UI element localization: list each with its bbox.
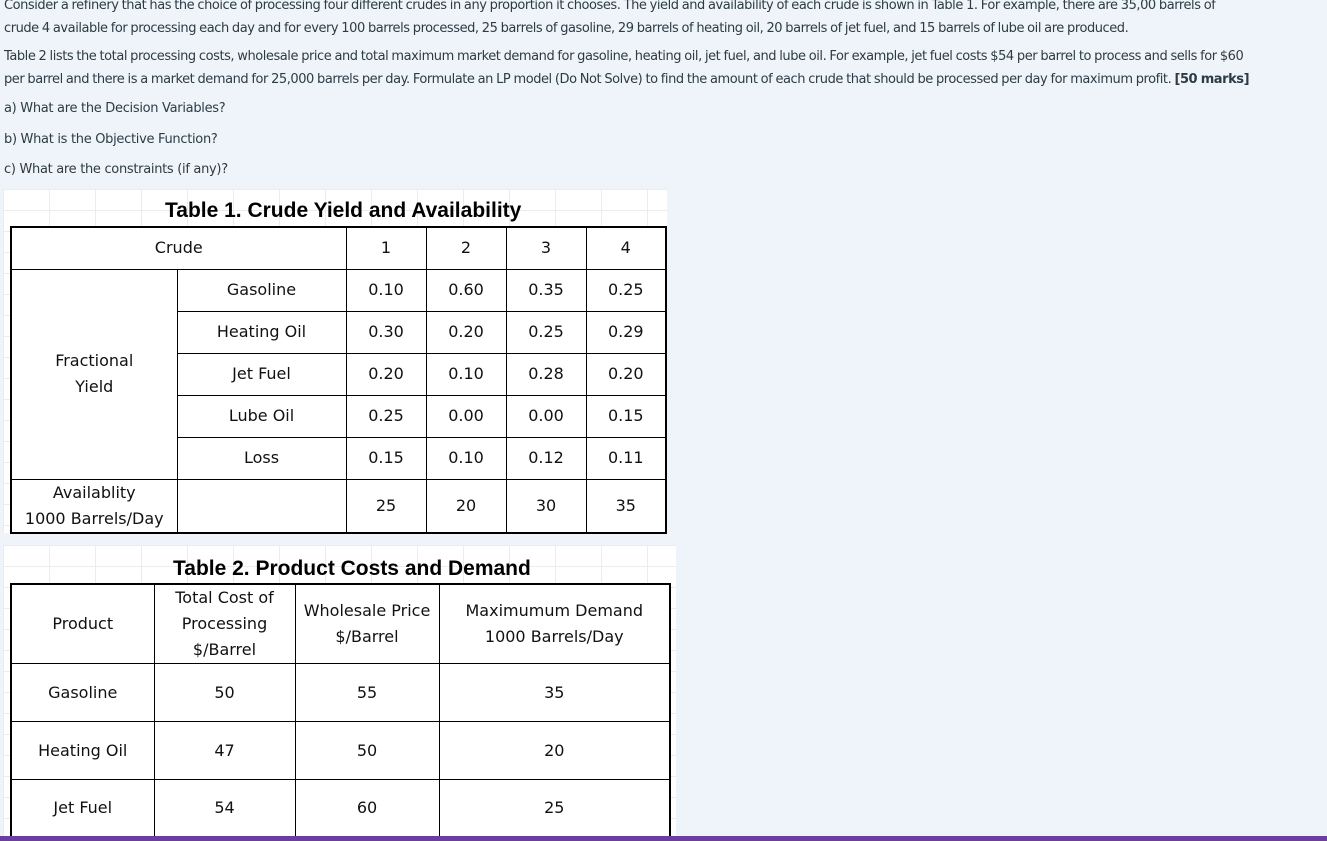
price-cell: 60 [294, 779, 440, 838]
cost-header-line-3: $/Barrel [192, 640, 257, 659]
demand-cell: 20 [438, 721, 671, 780]
yield-label-line-1: Fractional [55, 351, 134, 370]
product-label: Heating Oil [10, 721, 155, 780]
table2-paragraph: Table 2 lists the total processing costs… [4, 45, 1250, 91]
question-b: b) What is the Objective Function? [4, 132, 218, 147]
crude-header: Crude [10, 226, 347, 270]
demand-header-line-2: 1000 Barrels/Day [484, 627, 624, 646]
table2-para-line-2: per barrel and there is a market demand … [4, 72, 1172, 87]
intro-line-1: Consider a refinery that has the choice … [4, 0, 1216, 13]
product-label: Heating Oil [176, 310, 347, 354]
fractional-yield-label: Fractional Yield [10, 268, 178, 480]
price-header: Wholesale Price $/Barrel [294, 583, 440, 664]
yield-cell: 0.30 [345, 310, 427, 354]
yield-cell: 0.20 [345, 352, 427, 396]
yield-cell: 0.20 [585, 352, 667, 396]
intro-line-2: crude 4 available for processing each da… [4, 21, 1129, 36]
yield-cell: 0.20 [425, 310, 507, 354]
yield-cell: 0.25 [345, 394, 427, 438]
demand-header: Maximumum Demand 1000 Barrels/Day [438, 583, 671, 664]
yield-cell: 0.60 [425, 268, 507, 312]
table2-row-gasoline: Gasoline 50 55 35 [10, 663, 671, 722]
yield-cell: 0.28 [505, 352, 587, 396]
cost-cell: 50 [153, 663, 296, 722]
yield-cell: 0.15 [345, 436, 427, 480]
crude-2-header: 2 [425, 226, 507, 270]
yield-cell: 0.00 [425, 394, 507, 438]
yield-cell: 0.12 [505, 436, 587, 480]
crude-yield-table: Crude 1 2 3 4 Fractional Yield Gasoline … [10, 226, 667, 534]
cost-cell: 54 [153, 779, 296, 838]
price-header-line-1: Wholesale Price [303, 601, 431, 620]
availability-cell: 35 [585, 478, 667, 533]
crude-1-header: 1 [345, 226, 427, 270]
table2-para-line-1: Table 2 lists the total processing costs… [4, 49, 1244, 64]
yield-cell: 0.00 [505, 394, 587, 438]
product-label: Gasoline [10, 663, 155, 722]
demand-header-line-1: Maximumum Demand [465, 601, 644, 620]
table2-row-jet-fuel: Jet Fuel 54 60 25 [10, 779, 671, 838]
yield-cell: 0.35 [505, 268, 587, 312]
price-cell: 55 [294, 663, 440, 722]
product-label: Lube Oil [176, 394, 347, 438]
availability-cell: 30 [505, 478, 587, 533]
bottom-accent-bar [0, 836, 1327, 841]
availability-label-line-1: Availablity [52, 482, 136, 502]
table2-header-row: Product Total Cost of Processing $/Barre… [10, 583, 671, 664]
price-header-line-2: $/Barrel [335, 627, 399, 646]
yield-cell: 0.15 [585, 394, 667, 438]
demand-cell: 35 [438, 663, 671, 722]
crude-4-header: 4 [585, 226, 667, 270]
cost-header-line-1: Total Cost of [175, 588, 274, 607]
availability-cell: 20 [425, 478, 507, 533]
product-label: Jet Fuel [10, 779, 155, 838]
yield-label-line-2: Yield [75, 377, 114, 396]
availability-label-line-2: 1000 Barrels/Day [24, 508, 164, 528]
table2-row-heating-oil: Heating Oil 47 50 20 [10, 721, 671, 780]
product-costs-table: Product Total Cost of Processing $/Barre… [10, 583, 671, 839]
product-header: Product [10, 583, 155, 664]
yield-cell: 0.29 [585, 310, 667, 354]
table2-title: Table 2. Product Costs and Demand [173, 557, 531, 580]
product-label: Jet Fuel [176, 352, 347, 396]
crude-3-header: 3 [505, 226, 587, 270]
product-label: Loss [176, 436, 347, 480]
table1-row-availability: Availablity 1000 Barrels/Day 25 20 30 35 [10, 478, 667, 533]
intro-paragraph: Consider a refinery that has the choice … [4, 0, 1216, 40]
table1-header-row: Crude 1 2 3 4 [10, 226, 667, 270]
yield-cell: 0.10 [345, 268, 427, 312]
cost-cell: 47 [153, 721, 296, 780]
yield-cell: 0.25 [585, 268, 667, 312]
availability-label: Availablity 1000 Barrels/Day [10, 478, 178, 533]
table1-title: Table 1. Crude Yield and Availability [165, 199, 522, 222]
cost-header: Total Cost of Processing $/Barrel [153, 583, 296, 664]
demand-cell: 25 [438, 779, 671, 838]
yield-cell: 0.10 [425, 352, 507, 396]
product-label: Gasoline [176, 268, 347, 312]
availability-blank-cell [176, 478, 347, 533]
cost-header-line-2: Processing [181, 614, 268, 633]
marks-label: [50 marks] [1174, 72, 1250, 87]
yield-cell: 0.10 [425, 436, 507, 480]
price-cell: 50 [294, 721, 440, 780]
question-a: a) What are the Decision Variables? [4, 101, 226, 116]
availability-cell: 25 [345, 478, 427, 533]
yield-cell: 0.25 [505, 310, 587, 354]
table1-row-gasoline: Fractional Yield Gasoline 0.10 0.60 0.35… [10, 268, 667, 480]
yield-cell: 0.11 [585, 436, 667, 480]
question-c: c) What are the constraints (if any)? [4, 162, 228, 177]
